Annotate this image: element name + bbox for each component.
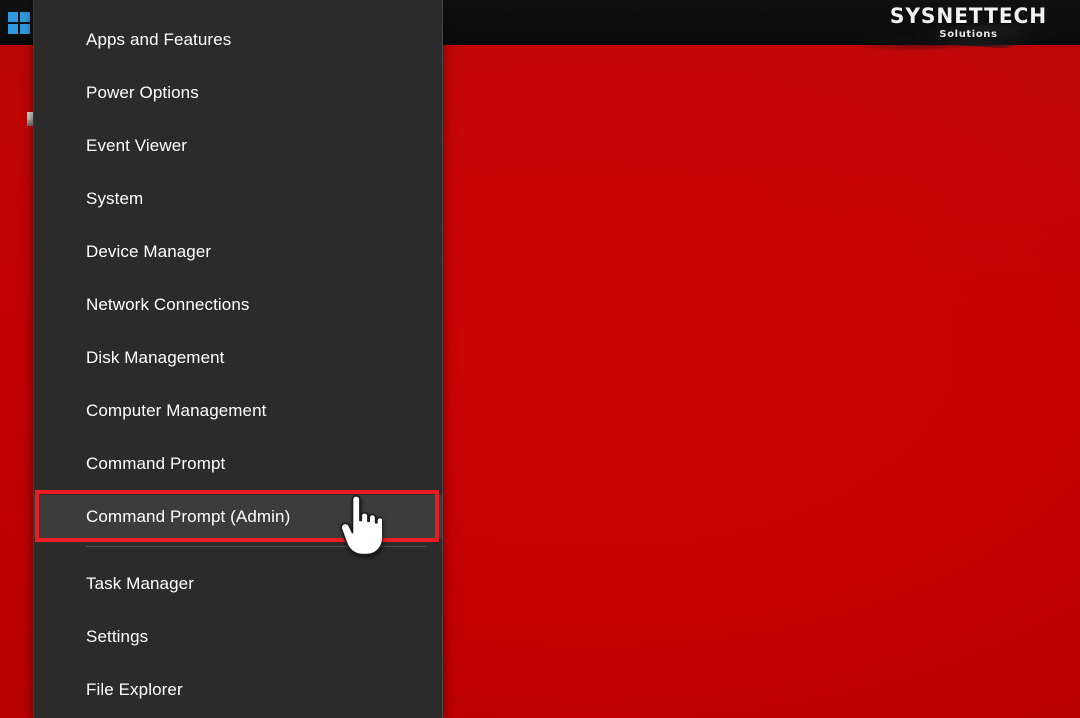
menu-item-task-manager[interactable]: Task Manager (34, 562, 442, 606)
menu-item-settings[interactable]: Settings (34, 615, 442, 659)
menu-item-disk-management[interactable]: Disk Management (34, 336, 442, 380)
windows-logo-pane-4 (20, 24, 30, 34)
menu-item-computer-management[interactable]: Computer Management (34, 389, 442, 433)
brand-name: SYSNETTECH (889, 4, 1048, 28)
menu-item-device-manager[interactable]: Device Manager (34, 230, 442, 274)
brand-subtitle: Solutions (939, 29, 998, 40)
menu-item-apps-and-features[interactable]: Apps and Features (34, 18, 442, 62)
menu-item-network-connections[interactable]: Network Connections (34, 283, 442, 327)
menu-item-command-prompt[interactable]: Command Prompt (34, 442, 442, 486)
winx-context-menu[interactable]: Apps and Features Power Options Event View… (33, 0, 443, 718)
screen: SYSNETTECH Solutions Apps and Features Po… (0, 0, 1080, 718)
windows-logo-pane-3 (8, 24, 18, 34)
menu-item-power-options[interactable]: Power Options (34, 71, 442, 115)
sysnettech-logo: SYSNETTECH Solutions (861, 0, 1076, 62)
windows-start-icon[interactable] (8, 12, 30, 34)
menu-item-file-explorer[interactable]: File Explorer (34, 668, 442, 712)
windows-logo-pane-1 (8, 12, 18, 22)
menu-separator (86, 546, 427, 547)
windows-logo-pane-2 (20, 12, 30, 22)
menu-item-command-prompt-admin[interactable]: Command Prompt (Admin) (34, 495, 442, 539)
menu-item-event-viewer[interactable]: Event Viewer (34, 124, 442, 168)
menu-item-system[interactable]: System (34, 177, 442, 221)
